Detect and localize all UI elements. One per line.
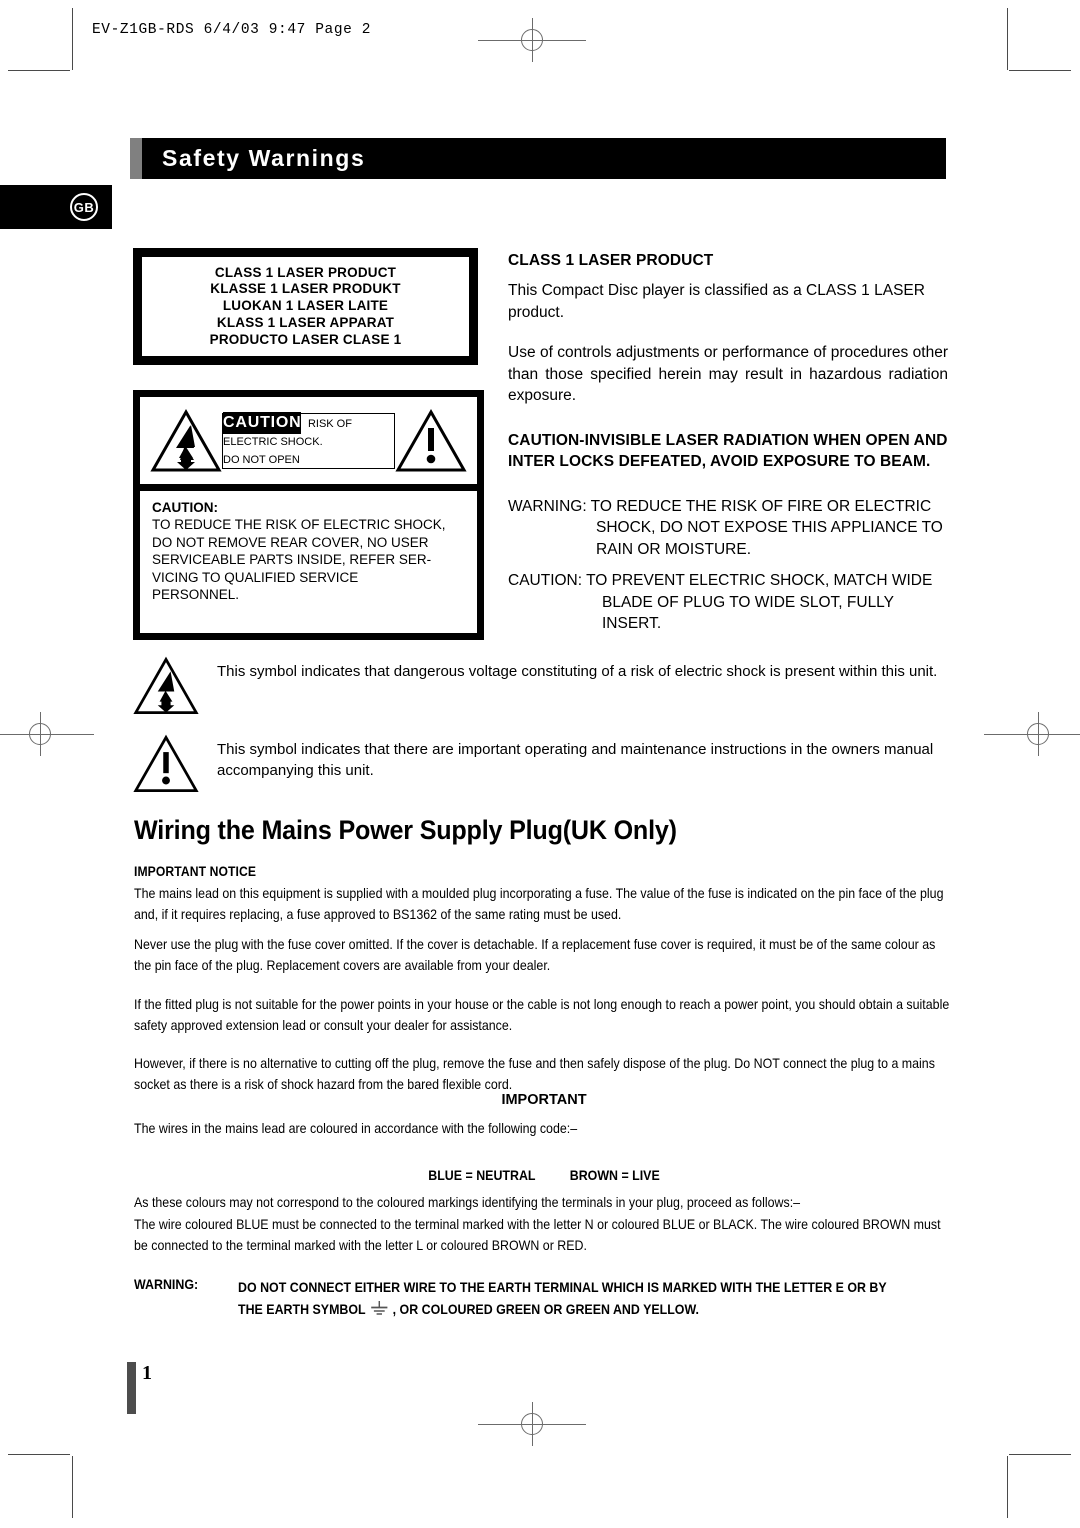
code-brown: BROWN = LIVE: [569, 1168, 660, 1183]
crop-mark-top-left-h: [8, 70, 70, 71]
laser-label-line: PRODUCTO LASER CLASE 1: [209, 331, 402, 347]
symbol-explanation-instructions: This symbol indicates that there are imp…: [133, 733, 953, 795]
lightning-bolt-triangle-icon: [133, 655, 199, 717]
registration-mark-bottom-center: [478, 1402, 586, 1446]
controls-adjustments-body: Use of controls adjustments or performan…: [508, 344, 948, 404]
wire-colour-codes: BLUE = NEUTRAL BROWN = LIVE: [175, 1168, 913, 1183]
laser-label-line: KLASSE 1 LASER PRODUKT: [210, 281, 401, 297]
page-title-bar: Safety Warnings: [130, 138, 946, 179]
wiring-paragraph-block-7: The wire coloured BLUE must be connected…: [134, 1214, 954, 1256]
wiring-paragraph: The mains lead on this equipment is supp…: [134, 886, 944, 922]
caution-body-text: CAUTION: TO REDUCE THE RISK OF ELECTRIC …: [140, 491, 477, 604]
class1-heading: CLASS 1 LASER PRODUCT: [508, 252, 714, 269]
region-badge: GB: [0, 185, 112, 229]
crop-mark-bottom-left-h: [8, 1454, 70, 1455]
lightning-bolt-triangle-icon: [150, 408, 222, 474]
wiring-paragraph-block-6: As these colours may not correspond to t…: [134, 1192, 954, 1213]
crop-mark-bottom-right: [1007, 1456, 1008, 1518]
electric-shock-caution-box: CAUTION RISK OF ELECTRIC SHOCK. DO NOT O…: [133, 390, 484, 640]
caution-body-line: TO REDUCE THE RISK OF ELECTRIC SHOCK,: [152, 517, 446, 532]
caution-subtext-line2: DO NOT OPEN: [223, 453, 300, 466]
laser-label-line: LUOKAN 1 LASER LAITE: [222, 298, 389, 314]
crop-mark-bottom-right-h: [1009, 1454, 1071, 1455]
warning-body-line1: DO NOT CONNECT EITHER WIRE TO THE EARTH …: [238, 1280, 887, 1295]
important-block: IMPORTANT The wires in the mains lead ar…: [134, 1092, 954, 1183]
registration-mark-right-middle: [984, 712, 1080, 756]
code-blue: BLUE = NEUTRAL: [428, 1168, 536, 1183]
exclamation-triangle-icon: [395, 408, 467, 474]
crop-mark-top-right-h: [1009, 70, 1071, 71]
warning-body-line2a: THE EARTH SYMBOL: [238, 1302, 366, 1317]
warning-fire-shock-block: WARNING: TO REDUCE THE RISK OF FIRE OR E…: [508, 497, 943, 558]
title-accent-tab: [130, 138, 142, 179]
registration-mark-left-middle: [0, 712, 94, 756]
laser-label-line: CLASS 1 LASER PRODUCT: [214, 264, 397, 280]
page-title: Safety Warnings: [142, 138, 946, 179]
symbol-explanation-text: This symbol indicates that dangerous vol…: [217, 663, 938, 680]
wiring-paragraph: The wires in the mains lead are coloured…: [134, 1121, 578, 1136]
wiring-paragraph: As these colours may not correspond to t…: [134, 1195, 801, 1210]
registration-mark-top-center: [478, 18, 586, 62]
symbol-explanation-text: This symbol indicates that there are imp…: [217, 741, 934, 779]
earth-terminal-warning: WARNING: DO NOT CONNECT EITHER WIRE TO T…: [134, 1277, 964, 1323]
warning-body: DO NOT CONNECT EITHER WIRE TO THE EARTH …: [238, 1277, 891, 1323]
important-heading: IMPORTANT: [501, 1092, 587, 1108]
wiring-paragraph: If the fitted plug is not suitable for t…: [134, 997, 950, 1033]
class1-body: This Compact Disc player is classified a…: [508, 282, 925, 321]
laser-info-column: CLASS 1 LASER PRODUCT This Compact Disc …: [508, 252, 948, 635]
warning-label: WARNING:: [134, 1277, 199, 1292]
wiring-paragraph: Never use the plug with the fuse cover o…: [134, 937, 936, 973]
warning-body-line2b: , OR COLOURED GREEN OR GREEN AND YELLOW.: [392, 1302, 699, 1317]
caution-body-line: PERSONNEL.: [152, 587, 240, 602]
region-badge-label: GB: [70, 193, 98, 221]
crop-mark-top-left: [72, 8, 73, 70]
print-header-text: EV-Z1GB-RDS 6/4/03 9:47 Page 2: [92, 22, 372, 38]
wiring-paragraph: However, if there is no alternative to c…: [134, 1056, 935, 1092]
crop-mark-top-right: [1007, 8, 1008, 70]
wiring-paragraph-block-4: However, if there is no alternative to c…: [134, 1053, 954, 1095]
wiring-paragraph-block-2: Never use the plug with the fuse cover o…: [134, 934, 954, 976]
invisible-laser-heading: CAUTION-INVISIBLE LASER RADIATION WHEN O…: [508, 431, 948, 471]
caution-body-line: VICING TO QUALIFIED SERVICE: [152, 569, 359, 585]
caution-body-line: DO NOT REMOVE REAR COVER, NO USER: [152, 534, 429, 550]
laser-class-label-box: CLASS 1 LASER PRODUCT KLASSE 1 LASER PRO…: [133, 248, 478, 365]
wiring-paragraph: The wire coloured BLUE must be connected…: [134, 1217, 941, 1253]
important-notice-heading: IMPORTANT NOTICE: [134, 864, 257, 879]
important-notice-block: IMPORTANT NOTICE The mains lead on this …: [134, 864, 954, 925]
caution-body-line: SERVICEABLE PARTS INSIDE, REFER SER-: [152, 552, 432, 567]
document-page: EV-Z1GB-RDS 6/4/03 9:47 Page 2 GB Safety…: [0, 0, 1080, 1528]
exclamation-triangle-icon: [133, 733, 199, 795]
caution-heading: CAUTION: [223, 411, 302, 434]
caution-body-heading: CAUTION:: [152, 500, 218, 515]
wiring-paragraph-block-3: If the fitted plug is not suitable for t…: [134, 994, 954, 1036]
caution-symbol-row: CAUTION RISK OF ELECTRIC SHOCK. DO NOT O…: [140, 397, 477, 491]
laser-label-line: KLASS 1 LASER APPARAT: [216, 314, 395, 330]
symbol-explanation-voltage: This symbol indicates that dangerous vol…: [133, 655, 953, 717]
caution-label-plate: CAUTION RISK OF ELECTRIC SHOCK. DO NOT O…: [222, 411, 395, 469]
crop-mark-bottom-left: [72, 1456, 73, 1518]
page-number: 1: [142, 1362, 152, 1384]
caution-plug-blade-block: CAUTION: TO PREVENT ELECTRIC SHOCK, MATC…: [508, 572, 933, 632]
wiring-section-title: Wiring the Mains Power Supply Plug(UK On…: [134, 815, 677, 845]
footer-accent-bar: [127, 1362, 136, 1414]
earth-symbol-icon: [369, 1300, 389, 1323]
